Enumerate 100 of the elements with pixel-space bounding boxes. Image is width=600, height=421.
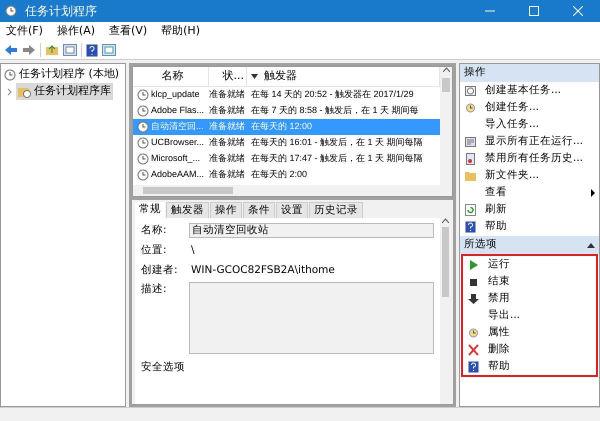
sort-down-icon (251, 74, 258, 79)
table-cell-text: UCBrowser... (151, 136, 204, 150)
section-heading: 安全选项 (141, 360, 186, 376)
delete-icon (468, 344, 479, 356)
table-cell-text: 在每 14 天的 20:52 - 触发器在 2017/1/29 (251, 88, 414, 102)
scrollbar-thumb[interactable] (143, 187, 233, 194)
table-row[interactable]: UCBrowser... 准备就绪 在每天的 16:01 - 触发后，在 1 天 期间每隔 (133, 135, 440, 151)
menu-item[interactable]: 文件(F) (6, 23, 43, 40)
section-header[interactable]: 所选项 (460, 236, 599, 254)
scrollbar[interactable] (440, 67, 452, 185)
task-icon (465, 84, 476, 96)
tab[interactable]: 操作 (210, 202, 242, 218)
forward-arrow-icon[interactable] (22, 44, 36, 56)
folder-up-icon[interactable] (45, 44, 59, 56)
table-row[interactable]: Microsoft_... 准备就绪 在每天的 17:47 - 触发后，在 1 天 期间每隔 (133, 151, 440, 167)
folder-icon (465, 170, 476, 182)
down-arrow-icon (468, 292, 479, 304)
tab[interactable]: 历史记录 (309, 202, 363, 218)
action-item[interactable]: 删除 (463, 341, 596, 358)
play-icon (468, 258, 479, 270)
table-cell-text: 准备就绪 (209, 168, 245, 182)
tab[interactable]: 常规 (135, 202, 165, 218)
clock-icon (137, 89, 149, 101)
column-header[interactable]: 状... (209, 67, 247, 86)
table-cell-text: 准备就绪 (209, 152, 245, 166)
close-icon (573, 6, 583, 16)
action-item[interactable]: 运行 (463, 256, 596, 273)
field-label: 名称: (141, 223, 168, 238)
section-header[interactable]: 操作 (460, 64, 599, 82)
table-cell-text: Adobe Flas... (151, 104, 204, 118)
scrollbar[interactable] (133, 185, 452, 196)
tab[interactable]: 触发器 (166, 202, 209, 218)
action-item[interactable]: 显示所有正在运行... (460, 133, 599, 150)
menu-item[interactable]: 帮助(H) (161, 23, 200, 40)
clock-icon (137, 121, 149, 133)
action-item[interactable]: 帮助 (463, 358, 596, 375)
tab[interactable]: 设置 (276, 202, 308, 218)
field-value: WIN-GCOC82FSB2A\ithome (190, 262, 336, 278)
clock-icon (137, 153, 149, 165)
column-header[interactable]: 名称 (133, 67, 209, 86)
clock-icon (137, 105, 149, 117)
clock-icon (137, 169, 149, 181)
action-item[interactable]: 帮助 (460, 218, 599, 235)
field-value: \ (190, 242, 196, 258)
action-item[interactable]: 导出... (463, 307, 596, 324)
refresh-icon (465, 204, 476, 216)
table-cell-text: Microsoft_... (151, 152, 200, 166)
table-cell-text: 准备就绪 (209, 120, 245, 134)
field-label: 创建者: (141, 262, 179, 278)
clock-icon (465, 102, 476, 114)
tree-item[interactable]: 任务计划程序库 (16, 83, 113, 100)
scrollbar-thumb[interactable] (442, 227, 448, 297)
folder-clock-icon (18, 86, 31, 98)
field-label: 描述: (141, 282, 168, 298)
table-row[interactable]: AdobeAAM... 准备就绪 在每天的 2:00 (133, 167, 440, 183)
action-item[interactable]: 创建任务... (460, 99, 599, 116)
table-cell-text: 自动清空回... (151, 120, 204, 134)
action-item[interactable]: 刷新 (460, 201, 599, 218)
back-arrow-icon[interactable] (4, 44, 18, 56)
action-item[interactable]: 结束 (463, 273, 596, 290)
menu-item[interactable]: 查看(V) (109, 23, 148, 40)
help-icon (468, 360, 479, 372)
help-icon (465, 220, 476, 232)
document-icon (465, 152, 476, 164)
action-item[interactable]: 创建基本任务... (460, 82, 599, 99)
tab[interactable]: 条件 (243, 202, 275, 218)
clock-icon (137, 137, 149, 149)
table-cell-text: 准备就绪 (209, 136, 245, 150)
scrollbar-thumb[interactable] (442, 78, 450, 92)
table-row[interactable]: klcp_update 准备就绪 在每 14 天的 20:52 - 触发器在 2017/1/29 (133, 87, 440, 103)
scrollbar[interactable] (440, 218, 450, 404)
table-cell-text: 在每天的 17:47 - 触发后，在 1 天 期间每隔 (251, 152, 423, 166)
panel-icon[interactable] (63, 44, 77, 56)
window-title: 任务计划程序 (25, 3, 97, 20)
table-cell-text: 在每天的 2:00 (251, 168, 308, 182)
table-cell-text: 准备就绪 (209, 88, 245, 102)
tree-item[interactable]: 任务计划程序 (本地) (19, 66, 120, 83)
list-icon (465, 136, 476, 148)
collapse-icon (587, 242, 595, 248)
name-field[interactable]: 自动清空回收站 (189, 223, 434, 238)
action-item[interactable]: 禁用 (463, 290, 596, 307)
clock-icon (4, 68, 16, 80)
action-item[interactable]: 禁用所有任务历史... (460, 150, 599, 167)
action-item[interactable]: 属性 (463, 324, 596, 341)
help-icon[interactable] (86, 44, 98, 56)
table-cell-text: AdobeAAM... (151, 168, 204, 182)
table-cell-text: 在每 7 天的 8:58 - 触发后，在 1 天 期间每 (251, 104, 419, 118)
table-cell-text: 准备就绪 (209, 104, 245, 118)
action-item[interactable]: 新文件夹... (460, 167, 599, 184)
menu-item[interactable]: 操作(A) (56, 23, 96, 40)
table-cell-text: klcp_update (151, 88, 200, 102)
table-cell-text: 在每天的 16:01 - 触发后，在 1 天 期间每隔 (251, 136, 423, 150)
chevron-icon[interactable] (7, 88, 13, 96)
table-row[interactable]: Adobe Flas... 准备就绪 在每 7 天的 8:58 - 触发后，在 1 天 期间每 (133, 103, 440, 119)
clock-icon (5, 5, 17, 17)
action-item[interactable]: 查看 (460, 184, 599, 201)
description-field[interactable] (189, 282, 434, 354)
maximize-icon (529, 6, 539, 16)
panel-icon[interactable] (102, 44, 116, 56)
action-item[interactable]: 导入任务... (460, 116, 599, 133)
